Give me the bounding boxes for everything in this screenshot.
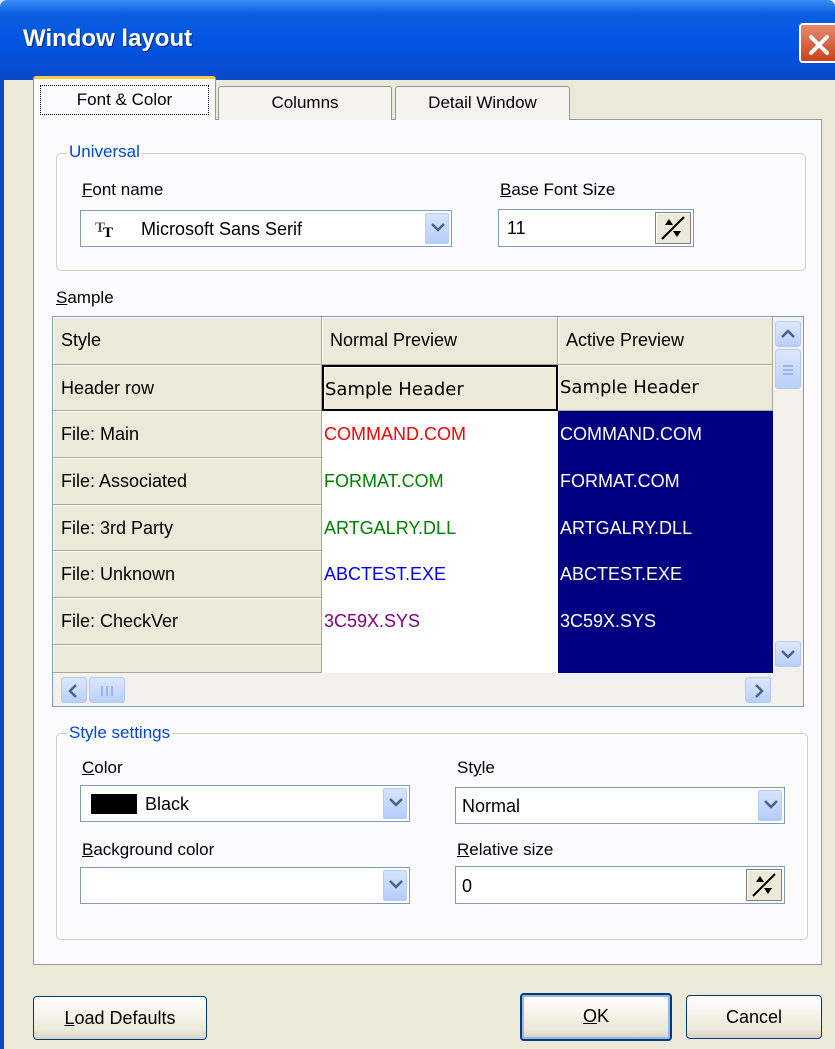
svg-text:T: T	[103, 225, 113, 239]
normal-preview-cell[interactable]: Sample Header	[322, 365, 558, 411]
ok-button[interactable]: OK	[520, 993, 672, 1041]
tab-detail-window[interactable]: Detail Window	[395, 86, 570, 120]
window-border	[0, 80, 4, 1049]
scroll-down-button[interactable]	[775, 641, 801, 667]
color-label-text: olor	[94, 758, 123, 777]
load-defaults-button[interactable]: Load Defaults	[33, 996, 207, 1040]
spin-updown-icon	[752, 873, 776, 897]
active-preview-cell[interactable]: 3C59X.SYS	[558, 598, 773, 645]
truetype-font-icon: TT	[94, 217, 118, 244]
chevron-down-icon	[781, 650, 795, 659]
scroll-right-button[interactable]	[745, 677, 771, 703]
font-name-dropdown-button[interactable]	[425, 213, 449, 244]
column-header-style[interactable]: Style	[53, 317, 322, 365]
sample-label-text: ample	[67, 288, 114, 307]
style-settings-legend: Style settings	[67, 723, 173, 743]
style-cell[interactable]: File: Main	[53, 411, 322, 458]
style-cell[interactable]: File: 3rd Party	[53, 505, 322, 551]
style-cell[interactable]: File: Associated	[53, 458, 322, 505]
active-preview-cell[interactable]: ARTGALRY.DLL	[558, 505, 773, 551]
base-font-size-spinner[interactable]	[655, 212, 691, 244]
normal-preview-cell[interactable]: ABCTEST.EXE	[322, 551, 558, 598]
chevron-down-icon	[764, 800, 778, 809]
style-cell[interactable]: Header row	[53, 365, 322, 411]
style-dropdown-button[interactable]	[758, 790, 782, 821]
base-font-size-field[interactable]: 11	[498, 209, 694, 247]
relative-size-value: 0	[462, 876, 473, 896]
scroll-up-button[interactable]	[775, 321, 801, 347]
chevron-left-icon	[68, 684, 77, 698]
relative-size-label: Relative size	[457, 840, 554, 859]
active-preview-cell-partial[interactable]	[558, 645, 773, 673]
active-preview-cell[interactable]: FORMAT.COM	[558, 458, 773, 505]
chevron-down-icon	[389, 798, 403, 807]
style-label: Style	[457, 758, 495, 777]
universal-legend: Universal	[67, 142, 142, 162]
font-name-value: Microsoft Sans Serif	[141, 219, 303, 239]
background-color-label: Background color	[82, 840, 215, 859]
relative-size-spinner[interactable]	[746, 869, 782, 901]
color-combo[interactable]: Black	[80, 785, 410, 822]
base-font-size-label-text: ase Font Size	[511, 180, 616, 199]
relative-size-field[interactable]: 0	[455, 866, 785, 904]
scroll-thumb-horizontal[interactable]	[89, 677, 125, 703]
chevron-up-icon	[781, 329, 795, 338]
font-name-label-text: ont name	[92, 180, 164, 199]
normal-preview-cell[interactable]: 3C59X.SYS	[322, 598, 558, 645]
font-name-combo[interactable]: TT Microsoft Sans Serif	[80, 210, 452, 247]
color-swatch	[91, 794, 137, 814]
style-settings-group	[56, 733, 808, 940]
load-defaults-button-label: oad Defaults	[74, 1008, 176, 1028]
column-header-active-preview[interactable]: Active Preview	[558, 317, 773, 365]
font-name-label: Font name	[82, 180, 164, 199]
grip-icon	[783, 365, 793, 375]
color-dropdown-button[interactable]	[383, 788, 407, 819]
close-button[interactable]	[799, 23, 835, 63]
color-label: Color	[82, 758, 123, 777]
base-font-size-label: Base Font Size	[500, 180, 616, 199]
background-color-combo[interactable]	[80, 867, 410, 904]
cancel-button[interactable]: Cancel	[686, 995, 822, 1039]
sample-grid[interactable]: Style Normal Preview Active Preview Head…	[52, 316, 804, 707]
horizontal-scrollbar[interactable]	[53, 673, 803, 706]
style-cell[interactable]: File: Unknown	[53, 551, 322, 598]
normal-preview-cell[interactable]: FORMAT.COM	[322, 458, 558, 505]
chevron-right-icon	[755, 684, 764, 698]
active-preview-cell[interactable]: ABCTEST.EXE	[558, 551, 773, 598]
base-font-size-value: 11	[507, 218, 526, 238]
close-icon	[809, 35, 829, 55]
active-preview-cell[interactable]: COMMAND.COM	[558, 411, 773, 458]
style-value: Normal	[462, 796, 521, 816]
scroll-thumb-vertical[interactable]	[775, 349, 801, 389]
tab-label: Font & Color	[40, 85, 209, 115]
tab-columns[interactable]: Columns	[218, 86, 392, 120]
active-preview-cell[interactable]: Sample Header	[558, 365, 773, 411]
ok-button-label: K	[597, 1006, 610, 1026]
window-title: Window layout	[23, 25, 193, 52]
sample-label: Sample	[56, 288, 114, 307]
normal-preview-cell[interactable]: ARTGALRY.DLL	[322, 505, 558, 551]
column-header-normal-preview[interactable]: Normal Preview	[322, 317, 558, 365]
chevron-down-icon	[389, 880, 403, 889]
background-color-label-text: ackground color	[93, 840, 215, 859]
scroll-left-button[interactable]	[61, 677, 87, 703]
style-cell-partial[interactable]	[53, 645, 322, 673]
normal-preview-cell[interactable]: COMMAND.COM	[322, 411, 558, 458]
tab-font-color[interactable]: Font & Color	[33, 76, 216, 120]
spin-updown-icon	[661, 216, 685, 240]
color-value: Black	[145, 794, 190, 814]
background-color-dropdown-button[interactable]	[383, 870, 407, 901]
style-combo[interactable]: Normal	[455, 787, 785, 824]
grip-icon	[101, 686, 113, 696]
chevron-down-icon	[431, 223, 445, 232]
style-cell[interactable]: File: CheckVer	[53, 598, 322, 645]
relative-size-label-text: elative size	[469, 840, 554, 859]
